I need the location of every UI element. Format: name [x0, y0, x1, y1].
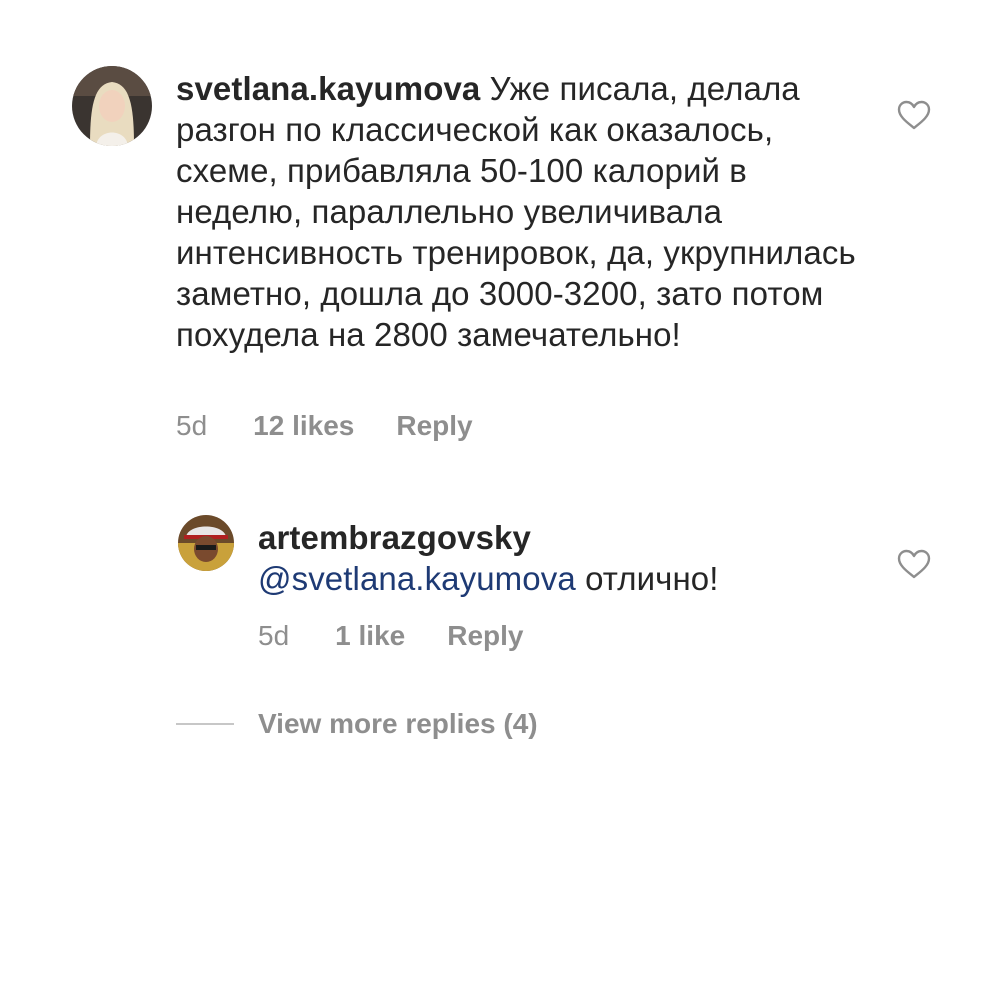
comment-username[interactable]: artembrazgovsky — [258, 519, 531, 556]
comment-time: 5d — [176, 410, 208, 441]
comment-text: отлично! — [585, 560, 719, 597]
reply-button[interactable]: Reply — [447, 620, 523, 652]
heart-outline-icon[interactable] — [897, 100, 931, 130]
comment-body: svetlana.kayumova Уже писала, делала раз… — [176, 68, 856, 355]
comment-username[interactable]: svetlana.kayumova — [176, 70, 480, 107]
heart-outline-icon[interactable] — [897, 549, 931, 579]
comment-likes[interactable]: 12 likes — [253, 410, 354, 442]
comment-time: 5d — [258, 620, 290, 651]
avatar[interactable] — [72, 66, 152, 146]
comment-meta: 5d 1 like Reply — [258, 620, 523, 652]
mention-link[interactable]: @svetlana.kayumova — [258, 560, 576, 597]
view-more-replies-label[interactable]: View more replies (4) — [258, 708, 538, 740]
reply-button[interactable]: Reply — [396, 410, 472, 442]
divider — [176, 723, 234, 725]
comment-text: Уже писала, делала разгон по классическо… — [176, 70, 856, 353]
comment-likes[interactable]: 1 like — [335, 620, 405, 652]
avatar[interactable] — [178, 515, 234, 571]
view-more-replies[interactable]: View more replies (4) — [176, 708, 538, 740]
comment-body: artembrazgovsky @svetlana.kayumova отличн… — [258, 517, 878, 599]
comment-meta: 5d 12 likes Reply — [176, 410, 473, 442]
